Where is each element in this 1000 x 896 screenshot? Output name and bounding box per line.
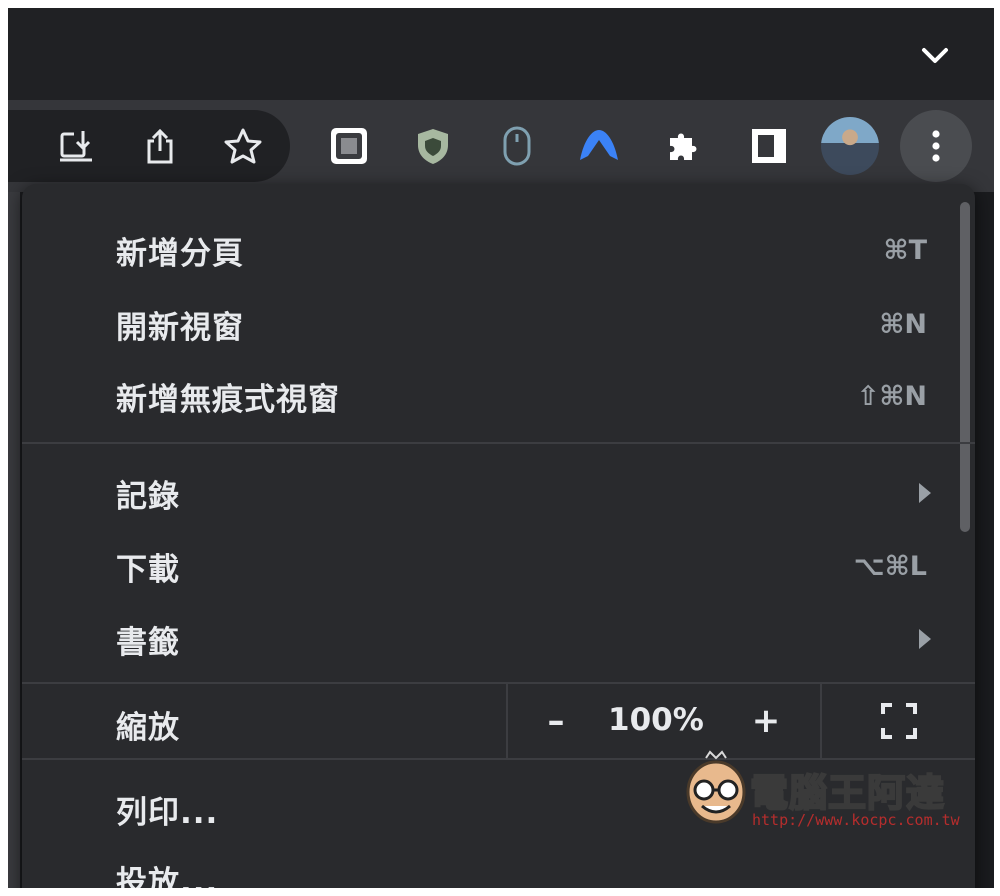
- watermark-title: 電腦王阿達: [749, 770, 946, 816]
- menu-item-label: 投放...: [116, 864, 219, 889]
- share-button[interactable]: [136, 122, 184, 170]
- install-app-icon: [60, 131, 92, 162]
- menu-item-label: 書籤: [116, 624, 180, 661]
- zoom-divider: [506, 684, 508, 758]
- profile-button[interactable]: [820, 116, 880, 176]
- menu-item-label: 新增無痕式視窗: [116, 381, 340, 418]
- more-menu-button[interactable]: [900, 110, 972, 182]
- screenshot-extension-icon: [331, 128, 367, 164]
- page-scroll-edge: [8, 192, 20, 888]
- menu-item-new-incognito-window[interactable]: 新增無痕式視窗 ⇧⌘N: [22, 361, 975, 431]
- shield-extension-button[interactable]: [409, 122, 457, 170]
- menu-item-shortcut: ⇧⌘N: [856, 380, 927, 412]
- menu-item-shortcut: ⌘N: [879, 308, 927, 340]
- chevron-down-icon: [922, 48, 948, 63]
- extensions-button[interactable]: [660, 122, 708, 170]
- zoom-level: 100%: [608, 702, 704, 738]
- shield-extension-icon: [418, 129, 448, 164]
- profile-avatar: [821, 117, 879, 175]
- menu-item-shortcut: ⌘T: [883, 234, 927, 266]
- menu-item-label: 下載: [116, 551, 180, 588]
- bookmark-star-icon: [224, 128, 262, 164]
- menu-item-shortcut: ⌥⌘L: [853, 550, 927, 582]
- menu-separator: [22, 442, 975, 444]
- share-icon: [147, 128, 173, 164]
- zoom-label: 縮放: [116, 710, 180, 746]
- tab-strip: [8, 8, 994, 100]
- screenshot-extension-button[interactable]: [325, 122, 373, 170]
- mouse-extension-button[interactable]: [493, 122, 541, 170]
- side-panel-icon: [752, 129, 786, 163]
- extensions-puzzle-icon: [670, 133, 697, 160]
- fullscreen-icon: [881, 703, 917, 739]
- submenu-arrow-icon: [919, 483, 931, 503]
- menu-item-cast[interactable]: 投放...: [22, 844, 975, 889]
- install-app-button[interactable]: [52, 122, 100, 170]
- bookmark-button[interactable]: [219, 122, 267, 170]
- zoom-in-button[interactable]: +: [739, 694, 793, 748]
- watermark-url: http://www.kocpc.com.tw: [752, 811, 960, 829]
- menu-item-downloads[interactable]: 下載 ⌥⌘L: [22, 531, 975, 601]
- menu-item-label: 開新視窗: [116, 309, 244, 346]
- menu-item-bookmarks[interactable]: 書籤: [22, 604, 975, 674]
- menu-item-new-tab[interactable]: 新增分頁 ⌘T: [22, 215, 975, 285]
- mouse-extension-icon: [503, 126, 531, 166]
- vpn-extension-button[interactable]: [575, 122, 623, 170]
- menu-item-label: 列印...: [116, 794, 219, 831]
- fullscreen-button[interactable]: [872, 694, 926, 748]
- vpn-extension-icon: [580, 130, 618, 160]
- zoom-row: 縮放 – 100% +: [22, 684, 975, 758]
- side-panel-button[interactable]: [745, 122, 793, 170]
- menu-item-label: 記錄: [116, 478, 180, 515]
- more-vertical-icon: [932, 130, 940, 162]
- browser-toolbar: [8, 100, 994, 192]
- submenu-arrow-icon: [919, 629, 931, 649]
- mascot-logo: [686, 750, 746, 824]
- menu-item-history[interactable]: 記錄: [22, 458, 975, 528]
- zoom-out-button[interactable]: –: [529, 694, 583, 748]
- zoom-divider: [820, 684, 822, 758]
- menu-item-new-window[interactable]: 開新視窗 ⌘N: [22, 289, 975, 359]
- tab-search-button[interactable]: [913, 34, 957, 78]
- site-watermark: 電腦王阿達 http://www.kocpc.com.tw: [678, 748, 968, 838]
- menu-item-label: 新增分頁: [116, 235, 244, 272]
